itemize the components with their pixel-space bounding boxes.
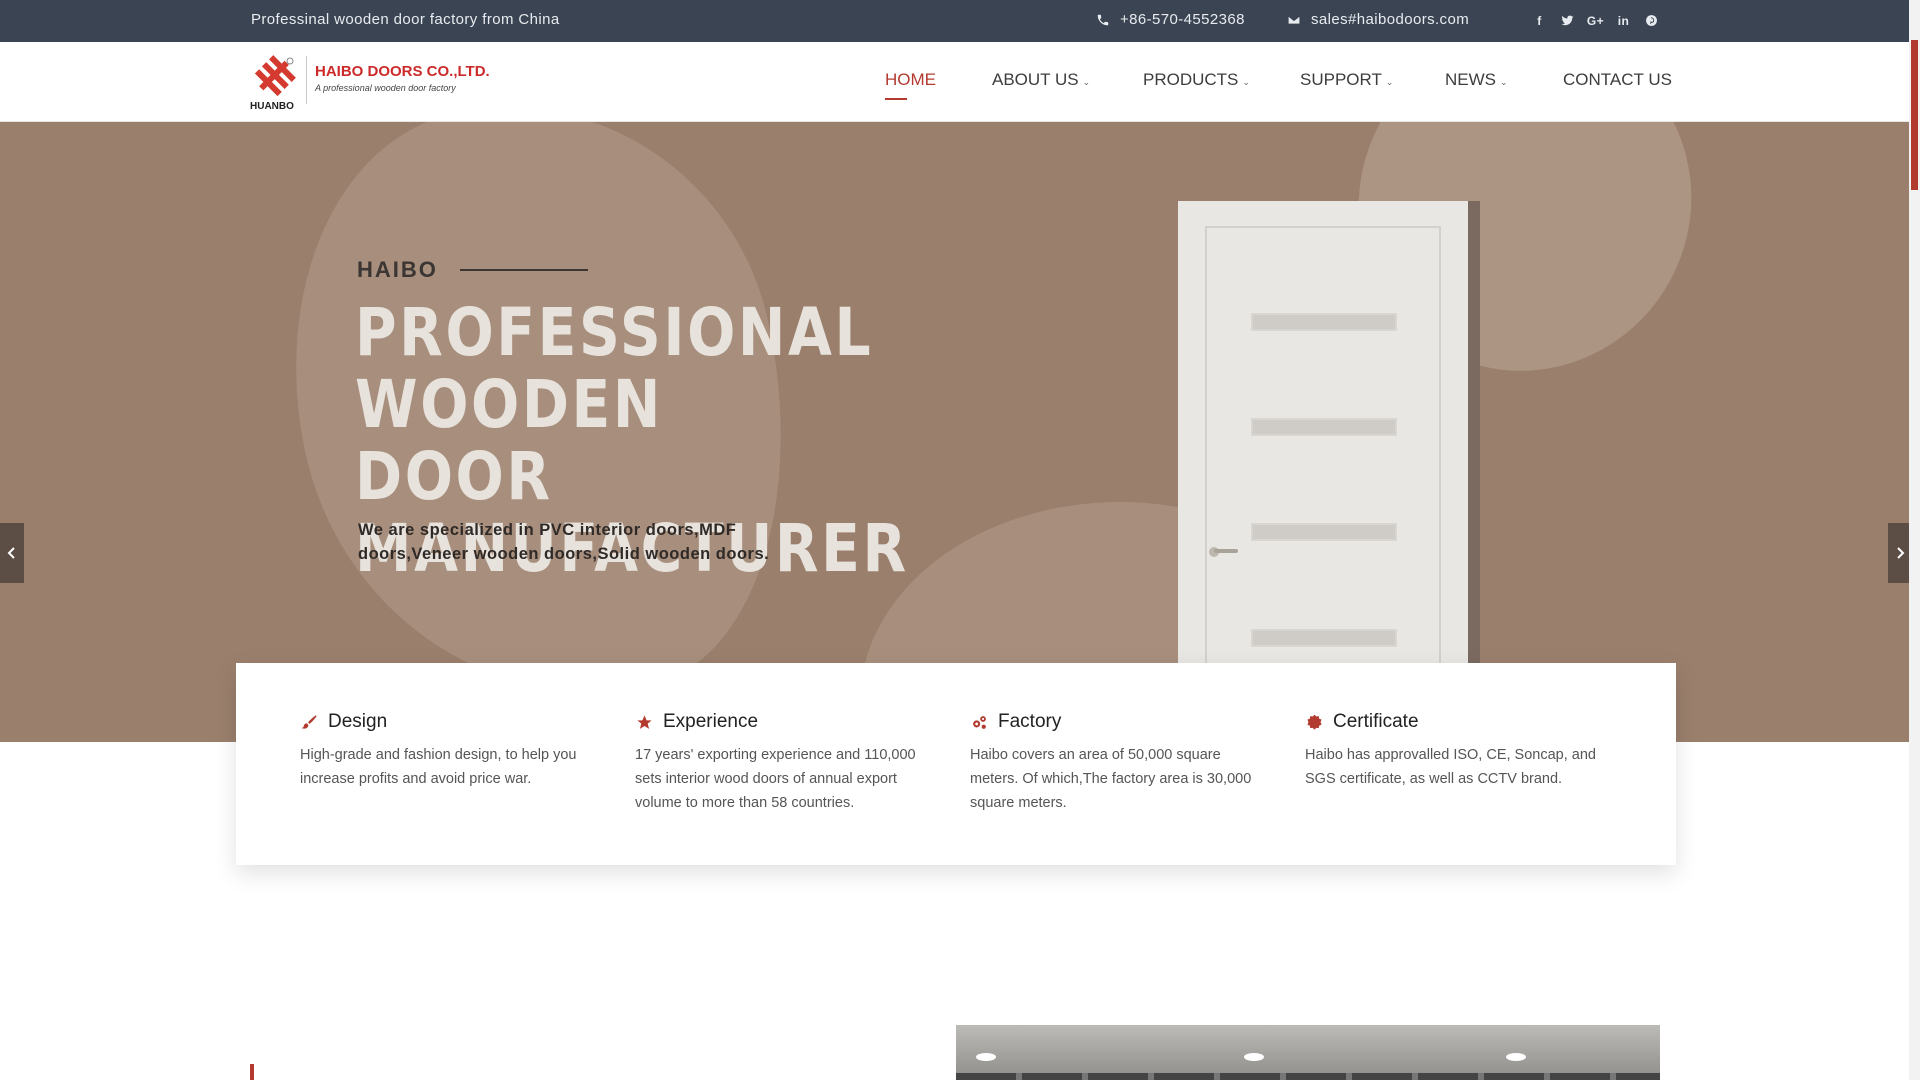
nav-news-label: NEWS [1445, 70, 1496, 89]
chevron-down-icon: ⌄ [1082, 76, 1091, 87]
facebook-icon[interactable]: f [1532, 13, 1547, 28]
phone-icon [1097, 14, 1109, 25]
feature-experience: Experience 17 years' exporting experienc… [635, 711, 935, 815]
logo-text: HAIBO DOORS CO.,LTD. A professional wood… [306, 56, 490, 104]
phone-number: +86-570-4552368 [1120, 11, 1245, 28]
feature-title: Certificate [1333, 711, 1419, 732]
ceiling-light [1244, 1053, 1264, 1061]
linkedin-icon[interactable]: in [1616, 13, 1631, 28]
nav-support[interactable]: SUPPORT ⌄ [1300, 70, 1393, 90]
email-contact[interactable]: sales#haibodoors.com [1287, 11, 1469, 28]
envelope-icon [1287, 14, 1301, 25]
door-glass-strip [1251, 313, 1397, 331]
feature-certificate: Certificate Haibo has approvalled ISO, C… [1305, 711, 1605, 791]
star-icon [635, 713, 653, 731]
feature-title: Experience [663, 711, 759, 732]
section-accent-bar [250, 1064, 254, 1080]
nav-home-label: HOME [885, 70, 936, 89]
twitter-icon[interactable] [1560, 13, 1575, 28]
door-product-image [1178, 201, 1468, 686]
nav-contact-us-label: CONTACT US [1563, 70, 1672, 89]
door-glass-strip [1251, 629, 1397, 647]
nav-about-us[interactable]: ABOUT US ⌄ [992, 70, 1090, 90]
feature-title: Design [328, 711, 388, 732]
page-scrollbar[interactable] [1909, 0, 1920, 1080]
email-address: sales#haibodoors.com [1311, 11, 1470, 28]
nav-about-us-label: ABOUT US [992, 70, 1079, 89]
nav-contact-us[interactable]: CONTACT US [1563, 70, 1672, 90]
hero-kicker-text: HAIBO [357, 257, 438, 282]
company-name: HAIBO DOORS CO.,LTD. [315, 63, 490, 80]
feature-text: Haibo covers an area of 50,000 square me… [970, 747, 1252, 811]
chevron-right-icon [1897, 547, 1905, 559]
certificate-icon [1305, 713, 1323, 731]
ceiling-light [976, 1053, 996, 1061]
social-links: f G+ in [1532, 13, 1659, 28]
hero-kicker-line [459, 269, 588, 271]
ceiling-light [1506, 1053, 1526, 1061]
feature-text: Haibo has approvalled ISO, CE, Soncap, a… [1305, 747, 1596, 787]
chevron-left-icon [7, 547, 15, 559]
feature-title: Factory [998, 711, 1062, 732]
top-bar: Professinal wooden door factory from Chi… [0, 0, 1909, 42]
feature-factory: Factory Haibo covers an area of 50,000 s… [970, 711, 1270, 815]
nav-support-label: SUPPORT [1300, 70, 1382, 89]
company-logo[interactable]: HUANBO HAIBO DOORS CO.,LTD. A profession… [250, 54, 490, 112]
showroom-image [956, 1025, 1660, 1080]
pinterest-icon[interactable] [1644, 13, 1659, 28]
hero-title-line-1: PROFESSIONAL WOODEN [355, 294, 874, 443]
chevron-down-icon: ⌄ [1385, 76, 1394, 87]
slider-prev-button[interactable] [0, 523, 24, 583]
features-panel: Design High-grade and fashion design, to… [236, 663, 1676, 865]
brush-icon [300, 713, 318, 731]
hero-kicker: HAIBO [357, 257, 588, 283]
door-glass-strip [1251, 418, 1397, 436]
showroom-racks [956, 1073, 1660, 1080]
door-panel [1205, 226, 1441, 686]
google-plus-icon[interactable]: G+ [1587, 13, 1604, 28]
nav-news[interactable]: NEWS ⌄ [1445, 70, 1508, 90]
chevron-down-icon: ⌄ [1242, 76, 1250, 87]
site-header: HUANBO HAIBO DOORS CO.,LTD. A profession… [0, 42, 1909, 122]
tagline: Professinal wooden door factory from Chi… [251, 11, 560, 28]
company-slogan: A professional wooden door factory [315, 83, 456, 93]
slider-next-button[interactable] [1888, 523, 1909, 583]
chevron-down-icon: ⌄ [1500, 76, 1508, 87]
door-glass-strip [1251, 523, 1397, 541]
door-handle-icon [1209, 547, 1238, 557]
logo-brand-small: HUANBO [250, 101, 294, 112]
feature-design: Design High-grade and fashion design, to… [300, 711, 600, 791]
gears-icon [970, 713, 988, 731]
hero-description: We are specialized in PVC interior doors… [358, 521, 770, 563]
nav-products[interactable]: PRODUCTS ⌄ [1143, 70, 1250, 90]
nav-home[interactable]: HOME [885, 70, 936, 100]
feature-text: 17 years' exporting experience and 110,0… [635, 747, 916, 811]
feature-text: High-grade and fashion design, to help y… [300, 747, 577, 787]
logo-emblem-icon [254, 55, 296, 97]
logo-mark: HUANBO [250, 54, 298, 112]
phone-contact[interactable]: +86-570-4552368 [1096, 11, 1245, 28]
nav-products-label: PRODUCTS [1143, 70, 1239, 89]
scrollbar-thumb[interactable] [1911, 40, 1918, 190]
hero-slider: HAIBO PROFESSIONAL WOODEN DOOR MANUFACTU… [0, 122, 1909, 742]
